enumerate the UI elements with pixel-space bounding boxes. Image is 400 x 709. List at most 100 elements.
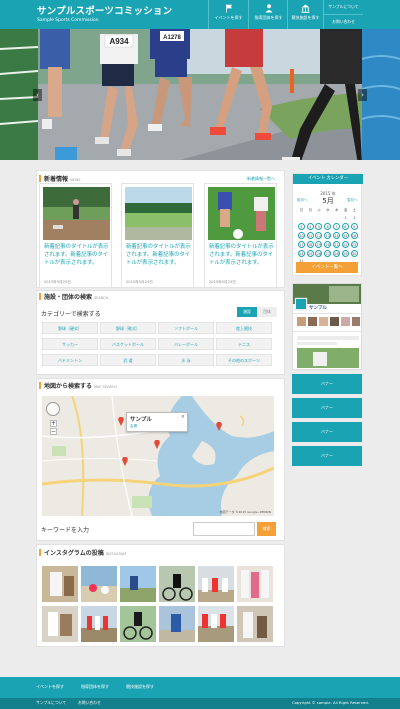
news-more-link[interactable]: 新着情報一覧へ xyxy=(247,176,275,182)
site-logo[interactable]: サンプルスポーツコミッション Sample Sports Commission xyxy=(37,3,172,23)
header-subnav: サンプルについて お問い合わせ xyxy=(323,0,363,29)
map-zoom-in[interactable]: + xyxy=(50,420,57,427)
category-button[interactable]: バスケットボール xyxy=(100,338,156,350)
category-button[interactable]: ソフトボール xyxy=(158,322,214,334)
category-button[interactable]: バドミントン xyxy=(42,354,98,366)
instagram-photo[interactable] xyxy=(120,566,156,602)
tab-facility[interactable]: 施設 xyxy=(237,307,257,317)
runner-bib-1: A934 xyxy=(109,37,129,46)
social-widget-preview xyxy=(293,284,361,368)
category-button[interactable]: その他のスポーツ xyxy=(216,354,272,366)
map-zoom-out[interactable]: − xyxy=(50,428,57,435)
hero-prev-arrow[interactable]: ‹ xyxy=(33,89,42,101)
category-button[interactable]: サッカー xyxy=(42,338,98,350)
footer-link-about[interactable]: サンプルについて xyxy=(36,700,66,706)
map-credit: 地図データ ©2015 Google, ZENRIN xyxy=(219,510,271,514)
news-photo xyxy=(208,187,275,240)
person-icon xyxy=(265,4,272,13)
map-info-popup[interactable]: サンプル 会場 × xyxy=(126,412,188,432)
social-widget[interactable]: サンプル xyxy=(292,283,362,370)
instagram-photo[interactable] xyxy=(159,606,195,642)
subnav-contact[interactable]: お問い合わせ xyxy=(324,14,363,28)
footer-link-organizations[interactable]: 指導団体を探す xyxy=(81,684,109,690)
news-date: 2015年5月25日 xyxy=(44,280,71,284)
site-subtitle: Sample Sports Commission xyxy=(37,18,99,23)
instagram-photo[interactable] xyxy=(42,566,78,602)
instagram-photo[interactable] xyxy=(159,566,195,602)
category-button[interactable]: 野球（軟式） xyxy=(100,322,156,334)
calendar-week[interactable]: 17 18 19 20 21 22 23 xyxy=(297,241,359,248)
calendar-title: イベント カレンダー xyxy=(293,174,363,184)
footer-link-contact[interactable]: お問い合わせ xyxy=(78,700,101,706)
map-popup-subtitle: 会場 xyxy=(130,424,137,428)
category-button[interactable]: 野球（硬式） xyxy=(42,322,98,334)
social-page-name[interactable]: サンプル xyxy=(309,305,327,311)
news-card[interactable]: 新着記事のタイトルが表示されます。新着記事のタイトルが表示されます。 2015年… xyxy=(121,183,194,288)
calendar-weekdays: 日月火水木金土 xyxy=(299,208,357,212)
category-button[interactable]: テニス xyxy=(216,338,272,350)
news-card[interactable]: 新着記事のタイトルが表示されます。新着記事のタイトルが表示されます。 2015年… xyxy=(39,183,112,288)
footer-bottom: サンプルについて お問い合わせ Copyright © sample. All … xyxy=(0,698,400,709)
map-pin-icon[interactable] xyxy=(154,440,160,449)
calendar-prev-month[interactable]: 前月へ xyxy=(297,198,308,203)
nav-find-events[interactable]: イベントを探す xyxy=(208,0,248,29)
map-pin-icon[interactable] xyxy=(118,417,124,426)
map-popup-title: サンプル xyxy=(130,417,152,423)
news-title[interactable]: 新着記事のタイトルが表示されます。新着記事のタイトルが表示されます。 xyxy=(126,243,192,267)
banner[interactable]: バナー xyxy=(292,422,362,442)
banner[interactable]: バナー xyxy=(292,398,362,418)
category-button[interactable]: 武 道 xyxy=(100,354,156,366)
map-pin-icon[interactable] xyxy=(216,422,222,431)
flag-icon xyxy=(225,4,232,13)
instagram-photo[interactable] xyxy=(81,606,117,642)
subnav-about[interactable]: サンプルについて xyxy=(324,0,363,14)
calendar-week[interactable]: 3456789 xyxy=(297,223,359,230)
news-title[interactable]: 新着記事のタイトルが表示されます。新着記事のタイトルが表示されます。 xyxy=(209,243,275,267)
calendar-week[interactable]: 12 xyxy=(297,215,359,222)
instagram-photo[interactable] xyxy=(120,606,156,642)
instagram-photo[interactable] xyxy=(42,606,78,642)
category-button[interactable]: バレーボール xyxy=(158,338,214,350)
building-icon xyxy=(301,4,310,13)
category-button[interactable]: 陸上競技 xyxy=(216,322,272,334)
map-search-heading: 地図から検索する MAP SEARCH xyxy=(39,381,117,390)
instagram-photo[interactable] xyxy=(198,566,234,602)
hero-slider[interactable]: A934 A1278 ‹ › xyxy=(0,29,400,160)
keyword-search-button[interactable]: 検索 xyxy=(257,522,276,536)
calendar-next-month[interactable]: 翌月へ xyxy=(347,198,358,203)
map-pan-control[interactable] xyxy=(46,402,60,416)
instagram-grid xyxy=(42,566,276,644)
banner[interactable]: バナー xyxy=(292,446,362,466)
instagram-photo[interactable] xyxy=(237,566,273,602)
footer-nav: イベントを探す 指導団体を探す 競技施設を探す xyxy=(0,677,400,698)
instagram-photo[interactable] xyxy=(81,566,117,602)
map-popup-close-icon[interactable]: × xyxy=(181,414,185,420)
calendar-week[interactable]: 10 11 12 13 14 15 16 xyxy=(297,232,359,239)
footer-link-events[interactable]: イベントを探す xyxy=(36,684,64,690)
keyword-input[interactable] xyxy=(193,522,255,536)
instagram-photo[interactable] xyxy=(198,606,234,642)
news-date: 2015年5月24日 xyxy=(126,280,153,284)
hero-image: A934 A1278 xyxy=(0,29,400,160)
news-title[interactable]: 新着記事のタイトルが表示されます。新着記事のタイトルが表示されます。 xyxy=(44,243,110,267)
site-title[interactable]: サンプルスポーツコミッション xyxy=(37,3,172,17)
footer-link-facilities[interactable]: 競技施設を探す xyxy=(126,684,154,690)
category-button[interactable]: 水 泳 xyxy=(158,354,214,366)
banner[interactable]: バナー xyxy=(292,374,362,394)
site-header: サンプルスポーツコミッション Sample Sports Commission … xyxy=(0,0,400,29)
news-photo xyxy=(125,187,192,240)
nav-find-organizations[interactable]: 指導団体を探す xyxy=(248,0,288,29)
hero-next-arrow[interactable]: › xyxy=(358,89,367,101)
copyright: Copyright © sample. All Right Reserved. xyxy=(292,700,369,705)
tab-organization[interactable]: 団体 xyxy=(257,307,277,317)
nav-find-organizations-label: 指導団体を探す xyxy=(254,15,283,20)
instagram-photo[interactable] xyxy=(237,606,273,642)
calendar-week[interactable]: 24 25 26 27 28 29 30 xyxy=(297,250,359,257)
nav-find-facilities-label: 競技施設を探す xyxy=(291,15,320,20)
nav-find-facilities[interactable]: 競技施設を探す xyxy=(287,0,323,29)
map-view[interactable]: + − サンプル 会場 × 地図データ ©2015 Google, ZENRIN xyxy=(42,396,274,516)
news-card[interactable]: 新着記事のタイトルが表示されます。新着記事のタイトルが表示されます。 2015年… xyxy=(204,183,277,288)
map-pin-icon[interactable] xyxy=(122,457,128,466)
event-list-button[interactable]: イベント一覧へ xyxy=(296,262,358,273)
category-search-label: カテゴリーで検索する xyxy=(41,311,101,318)
